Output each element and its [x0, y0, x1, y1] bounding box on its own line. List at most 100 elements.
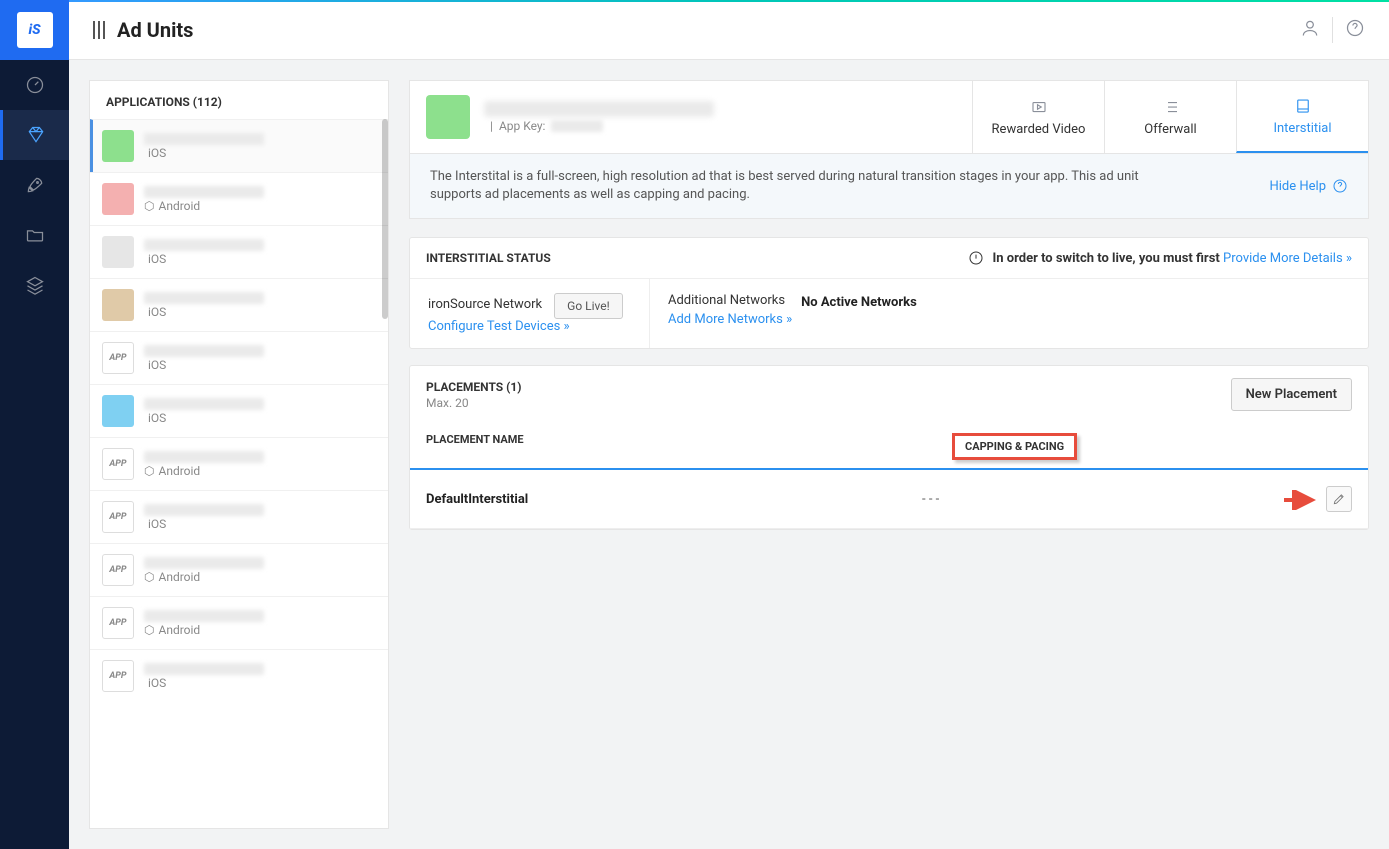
platform-label: Android [158, 570, 200, 584]
app-key-label: App Key: [499, 119, 546, 133]
tab-interstitial[interactable]: Interstitial [1236, 81, 1368, 153]
app-name-redacted [144, 663, 264, 675]
applications-list[interactable]: iOS⬡AndroidiOSiOSAPPiOSiOSAPP⬡AndroidAPP… [90, 119, 388, 828]
menu-icon[interactable] [93, 21, 105, 39]
column-capping-pacing-highlighted: CAPPING & PACING [952, 433, 1077, 460]
application-item[interactable]: APP ⬡ Android [90, 543, 388, 596]
help-menu[interactable] [1345, 18, 1365, 42]
configure-devices-link[interactable]: Configure Test Devices » [428, 319, 570, 334]
nav-monetize[interactable] [0, 110, 69, 160]
app-icon [102, 395, 134, 427]
application-item[interactable]: APP iOS [90, 649, 388, 702]
help-icon [1332, 178, 1348, 194]
app-key-redacted [551, 120, 603, 132]
hide-help-label: Hide Help [1269, 179, 1326, 194]
application-item[interactable]: iOS [90, 225, 388, 278]
placements-title: PLACEMENTS (1) [426, 380, 521, 394]
video-icon [1030, 98, 1048, 116]
app-icon: APP [102, 554, 134, 586]
app-name-redacted [144, 133, 264, 145]
tab-label: Offerwall [1144, 122, 1196, 137]
status-title: INTERSTITIAL STATUS [426, 251, 551, 265]
app-name-redacted [144, 451, 264, 463]
app-icon [426, 95, 470, 139]
nav-promote[interactable] [0, 160, 69, 210]
edit-placement-button[interactable] [1326, 486, 1352, 512]
app-icon [102, 130, 134, 162]
new-placement-button[interactable]: New Placement [1231, 378, 1352, 411]
pencil-icon [1332, 492, 1346, 506]
platform-label: Android [158, 464, 200, 478]
platform-label: iOS [148, 517, 166, 531]
app-icon [102, 236, 134, 268]
application-item[interactable]: iOS [90, 384, 388, 437]
app-icon [102, 289, 134, 321]
folder-icon [25, 225, 45, 245]
app-detail-card: | App Key: Rewarded Video [409, 80, 1369, 154]
network-label: ironSource Network [428, 297, 542, 312]
app-icon: APP [102, 342, 134, 374]
tab-rewarded-video[interactable]: Rewarded Video [972, 81, 1104, 153]
top-header: Ad Units [69, 0, 1389, 60]
nav-apps[interactable] [0, 210, 69, 260]
hide-help-link[interactable]: Hide Help [1269, 168, 1348, 204]
go-live-button[interactable]: Go Live! [554, 293, 623, 319]
top-accent-bar [69, 0, 1389, 2]
android-icon: ⬡ [144, 464, 154, 478]
application-item[interactable]: APP ⬡ Android [90, 596, 388, 649]
nav-dashboard[interactable] [0, 60, 69, 110]
list-icon [1162, 98, 1180, 116]
placement-capping-value: - - - [922, 492, 1292, 507]
platform-label: Android [158, 623, 200, 637]
tab-offerwall[interactable]: Offerwall [1104, 81, 1236, 153]
warning-prefix: In order to switch to live, you must fir… [992, 251, 1219, 266]
status-card: INTERSTITIAL STATUS In order to switch t… [409, 237, 1369, 349]
diamond-icon [26, 125, 46, 145]
platform-label: iOS [148, 358, 166, 372]
android-icon: ⬡ [144, 570, 154, 584]
placements-table-head: PLACEMENT NAME CAPPING & PACING [410, 423, 1368, 470]
platform-label: iOS [148, 305, 166, 319]
application-item[interactable]: APP iOS [90, 490, 388, 543]
scrollbar[interactable] [382, 119, 388, 319]
platform-label: Android [158, 199, 200, 213]
page-title: Ad Units [117, 18, 193, 42]
app-name-redacted [144, 292, 264, 304]
app-icon: APP [102, 501, 134, 533]
app-name-redacted [144, 239, 264, 251]
user-menu[interactable] [1300, 18, 1320, 42]
placements-max: Max. 20 [426, 396, 521, 410]
application-item[interactable]: APP iOS [90, 331, 388, 384]
nav-segments[interactable] [0, 260, 69, 310]
help-icon [1345, 18, 1365, 38]
platform-label: iOS [148, 676, 166, 690]
provide-details-link[interactable]: Provide More Details » [1223, 251, 1352, 266]
applications-header: APPLICATIONS (112) [90, 81, 388, 119]
additional-networks-label: Additional Networks [668, 293, 785, 308]
platform-label: iOS [148, 252, 166, 266]
application-item[interactable]: iOS [90, 119, 388, 172]
android-icon: ⬡ [144, 199, 154, 213]
app-name-redacted [144, 398, 264, 410]
app-name-redacted [144, 504, 264, 516]
add-networks-link[interactable]: Add More Networks » [668, 312, 792, 327]
user-icon [1300, 18, 1320, 38]
application-item[interactable]: APP⬡Android [90, 437, 388, 490]
placement-row: DefaultInterstitial- - - [410, 470, 1368, 529]
app-name-redacted [144, 557, 264, 569]
tab-label: Interstitial [1273, 121, 1331, 136]
application-item[interactable]: iOS [90, 278, 388, 331]
divider-pipe: | [490, 119, 493, 133]
rocket-icon [25, 175, 45, 195]
android-icon: ⬡ [144, 623, 154, 637]
interstitial-icon [1294, 97, 1312, 115]
app-icon: APP [102, 607, 134, 639]
app-icon: APP [102, 660, 134, 692]
no-active-networks: No Active Networks [801, 295, 917, 310]
help-description: The Interstital is a full-screen, high r… [430, 168, 1190, 204]
app-name-redacted [144, 610, 264, 622]
brand-logo[interactable]: iS [0, 0, 69, 60]
app-icon [102, 183, 134, 215]
application-item[interactable]: ⬡ Android [90, 172, 388, 225]
placements-card: PLACEMENTS (1) Max. 20 New Placement PLA… [409, 365, 1369, 530]
